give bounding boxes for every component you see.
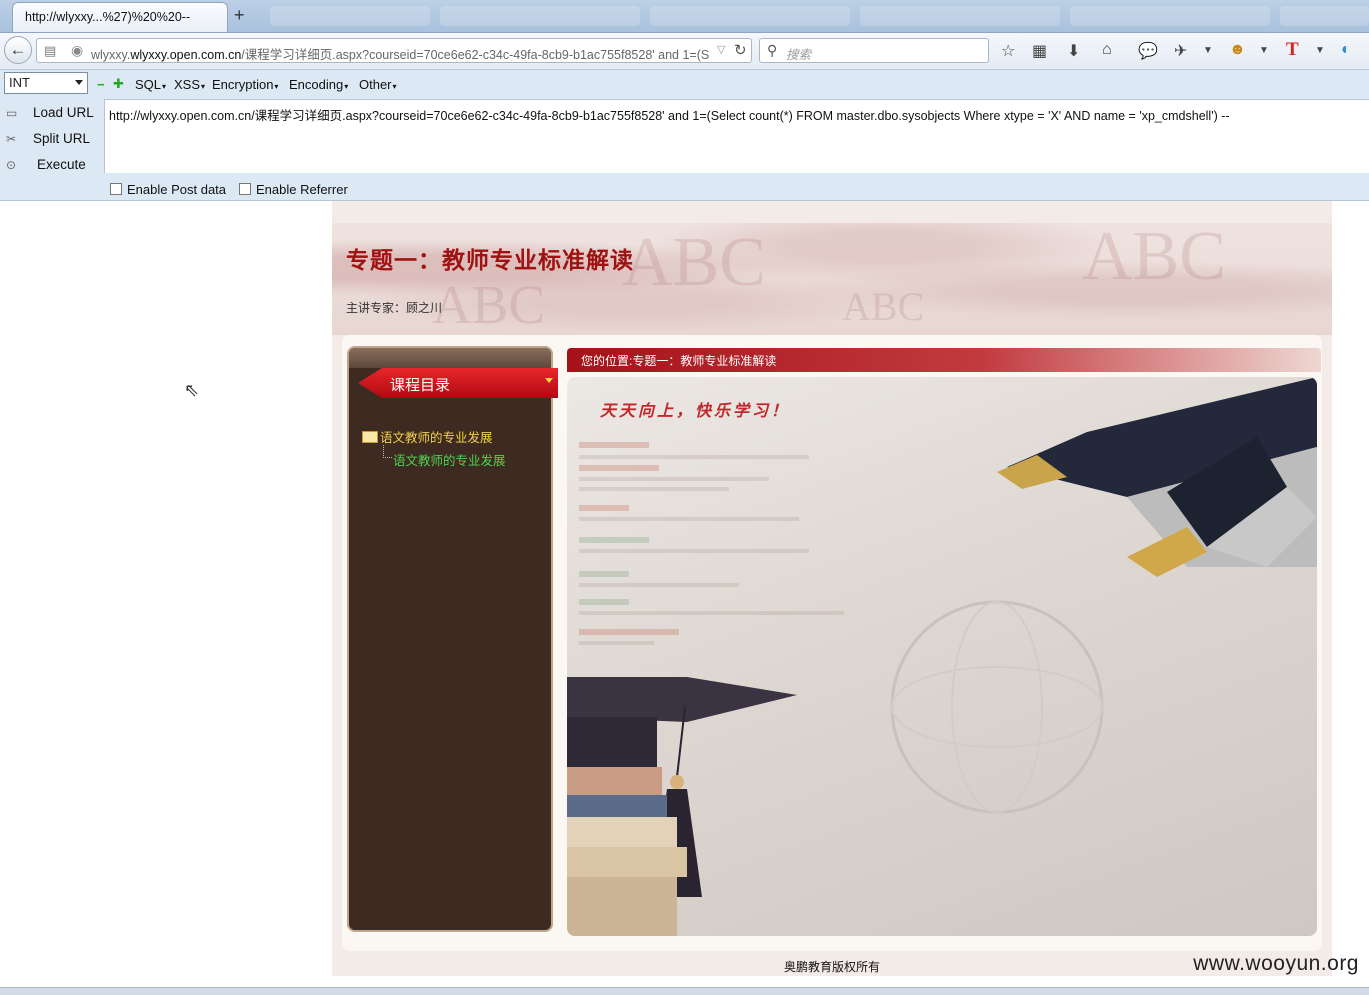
navigation-bar: ← ▤ ◉ wlyxxy.wlyxxy.open.com.cn/课程学习详细页.… <box>0 33 1369 70</box>
query-textarea[interactable]: http://wlyxxy.open.com.cn/课程学习详细页.aspx?c… <box>104 99 1369 173</box>
download-icon[interactable]: ⬇ <box>1067 41 1080 61</box>
chat-icon[interactable]: 💬 <box>1138 41 1158 61</box>
hackbar-panel: INT − ✚ SQL XSS Encryption Encoding Othe… <box>0 70 1369 201</box>
menu-other[interactable]: Other <box>359 77 397 92</box>
type-select-value: INT <box>9 75 30 90</box>
reading-list-icon[interactable]: ▦ <box>1032 41 1047 61</box>
scissors-icon: ✂ <box>6 132 17 146</box>
enable-post-label: Enable Post data <box>127 182 227 197</box>
back-button[interactable]: ← <box>4 36 32 64</box>
tree-connector <box>383 445 392 458</box>
menu-encryption[interactable]: Encryption <box>212 77 278 92</box>
addon-icon[interactable]: ✈ <box>1174 41 1187 61</box>
new-tab-button[interactable]: + <box>234 5 245 26</box>
decorative-watermark: ABC <box>1082 218 1226 295</box>
url-path: /课程学习详细页.aspx?courseid=70ce6e62-c34c-49f… <box>241 48 709 62</box>
url-domain: wlyxxy.open.com.cn <box>130 48 242 62</box>
faint-text-lines <box>579 442 844 645</box>
enable-post-checkbox[interactable]: Enable Post data <box>110 182 226 197</box>
tree-item-child[interactable]: 语文教师的专业发展 <box>393 450 506 469</box>
active-tab[interactable]: http://wlyxxy...%27)%20%20-- <box>12 2 228 32</box>
globe-illustration <box>890 600 1104 814</box>
type-select[interactable]: INT <box>4 72 88 94</box>
search-icon: ⚲ <box>767 42 778 58</box>
catalog-title: 课程目录 <box>390 377 451 394</box>
decorative-watermark: ABC <box>622 224 766 301</box>
load-url-button[interactable]: ▭ Load URL <box>0 102 104 124</box>
chevron-down-icon <box>75 80 83 85</box>
decorative-watermark: ABC <box>842 284 925 329</box>
monkey-icon[interactable]: ☻ <box>1229 41 1246 59</box>
play-icon: ⊙ <box>6 158 17 172</box>
url-text: wlyxxy.wlyxxy.open.com.cn/课程学习详细页.aspx?c… <box>91 44 709 63</box>
site-watermark: www.wooyun.org <box>1193 952 1359 975</box>
decrease-icon[interactable]: − <box>97 77 105 92</box>
execute-label: Execute <box>37 157 86 172</box>
split-url-button[interactable]: ✂ Split URL <box>0 128 104 150</box>
home-icon[interactable]: ⌂ <box>1102 41 1112 59</box>
execute-button[interactable]: ⊙ Execute <box>0 154 104 176</box>
load-url-label: Load URL <box>33 105 94 120</box>
addon-dropdown-icon[interactable]: ▼ <box>1203 45 1213 56</box>
address-bar[interactable]: ▤ ◉ wlyxxy.wlyxxy.open.com.cn/课程学习详细页.as… <box>36 38 752 63</box>
expert-label: 主讲专家：顾之川 <box>346 301 443 315</box>
decorative-watermark: ABC <box>432 274 546 335</box>
reload-icon[interactable]: ↻ <box>734 41 747 59</box>
hero-image: 天天向上，快乐学习！ <box>567 377 1317 936</box>
hero-illustration <box>567 377 1317 936</box>
sidebar-header-bg <box>349 348 551 368</box>
tab-bar: http://wlyxxy...%27)%20%20-- + <box>0 0 1369 33</box>
page-title: 专题一：教师专业标准解读 <box>346 247 634 273</box>
tree-item-root-label: 语文教师的专业发展 <box>380 431 493 445</box>
query-text: http://wlyxxy.open.com.cn/课程学习详细页.aspx?c… <box>109 109 1230 123</box>
search-box[interactable]: ⚲ 搜索 <box>759 38 989 63</box>
url-dropdown-icon[interactable]: ▽ <box>717 43 725 56</box>
sidebar-icon[interactable]: ▤ <box>44 43 56 59</box>
book-icon <box>362 431 378 443</box>
catalog-header[interactable] <box>358 368 558 398</box>
background-tab[interactable] <box>1070 6 1270 26</box>
enable-referrer-checkbox[interactable]: Enable Referrer <box>239 182 348 197</box>
globe-addon-icon[interactable]: ◐ <box>1341 41 1351 59</box>
menu-xss[interactable]: XSS <box>174 77 205 92</box>
background-tab[interactable] <box>440 6 640 26</box>
footer-copyright: 奥鹏教育版权所有 <box>783 960 880 974</box>
load-url-icon: ▭ <box>6 106 18 120</box>
monkey-dropdown-icon[interactable]: ▼ <box>1259 45 1269 56</box>
search-input[interactable]: 搜索 <box>786 44 811 63</box>
chevron-down-icon[interactable] <box>545 378 553 383</box>
split-url-label: Split URL <box>33 131 91 146</box>
increase-icon[interactable]: ✚ <box>113 76 124 92</box>
fountain-pen-illustration <box>997 377 1317 577</box>
menu-encoding[interactable]: Encoding <box>289 77 348 92</box>
site-identity-icon[interactable]: ◉ <box>71 42 83 59</box>
background-tab[interactable] <box>650 6 850 26</box>
background-tab[interactable] <box>860 6 1060 26</box>
mouse-cursor-icon: ⇖ <box>184 380 200 400</box>
catalog-tree <box>349 412 551 917</box>
web-page: ABC ABC ABC ABC 专题一：教师专业标准解读 主讲专家：顾之川 课程… <box>332 201 1332 976</box>
tree-item-root[interactable]: 语文教师的专业发展 <box>362 427 493 446</box>
url-prefix: wlyxxy. <box>91 48 131 62</box>
translate-dropdown-icon[interactable]: ▼ <box>1315 45 1325 56</box>
back-arrow-icon: ← <box>9 40 27 59</box>
tab-title: http://wlyxxy...%27)%20%20-- <box>25 10 191 24</box>
background-tab[interactable] <box>270 6 430 26</box>
breadcrumb: 您的位置:专题一：教师专业标准解读 <box>581 354 777 368</box>
background-tab[interactable] <box>1280 6 1369 26</box>
bookmark-star-icon[interactable]: ☆ <box>1001 41 1015 61</box>
enable-referrer-label: Enable Referrer <box>256 182 348 197</box>
checkbox-box <box>239 183 251 195</box>
translate-t-icon[interactable]: T <box>1286 39 1299 61</box>
checkbox-box <box>110 183 122 195</box>
menu-sql[interactable]: SQL <box>135 77 166 92</box>
page-banner: ABC ABC ABC ABC <box>332 218 1332 335</box>
